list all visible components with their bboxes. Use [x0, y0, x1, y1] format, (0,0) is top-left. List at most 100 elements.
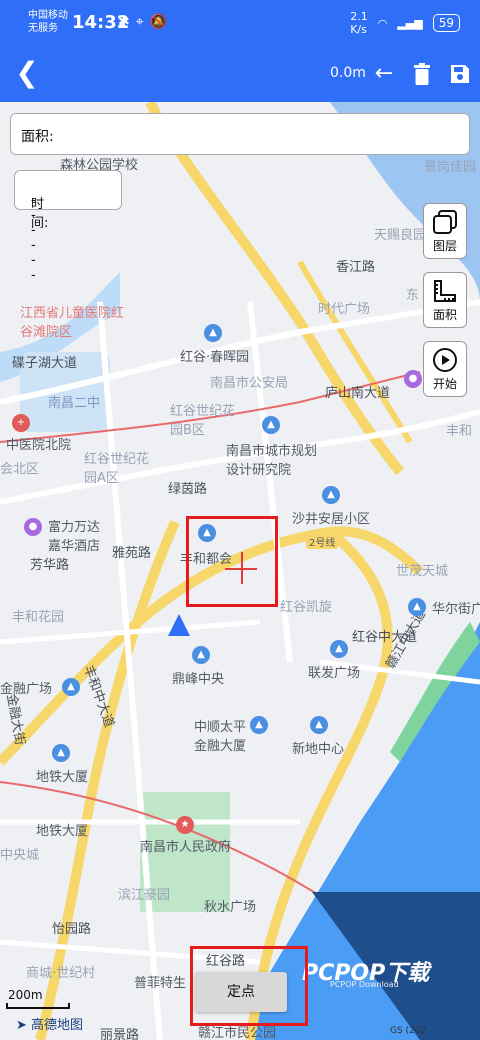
location-arrow-icon [168, 614, 190, 636]
map-label: 沙井安居小区 [292, 512, 371, 527]
layers-icon [433, 210, 457, 234]
poi-marker-icon[interactable]: ▲ [250, 716, 268, 734]
map-label: 庐山南大道 [325, 386, 391, 401]
crosshair-highlight [186, 516, 278, 607]
map-label: 红谷世纪花园A区 [84, 452, 150, 486]
map-label: 普菲特生 [134, 976, 187, 991]
map-label: 南昌市城市规划设计研究院 [226, 444, 318, 478]
mute-icon: 🔕 [149, 14, 174, 30]
time-value: -- -- -- [31, 193, 36, 283]
map-label: 金融广场 [0, 682, 53, 697]
poi-marker-icon[interactable]: ▲ [192, 646, 210, 664]
layers-button[interactable]: 图层 [423, 203, 467, 259]
map-logo: ➤ 高德地图 [16, 1018, 84, 1033]
watermark-subtitle: PCPOP Download [330, 980, 399, 989]
save-icon [451, 65, 469, 83]
wifi-icon: ◠ [377, 16, 388, 30]
map-label: 东 [406, 288, 420, 303]
map-label: 秋水广场 [204, 900, 257, 915]
undo-button[interactable]: ← [370, 60, 398, 88]
poi-marker-icon[interactable]: ● [24, 518, 42, 536]
map-label: 丽景路 [100, 1028, 140, 1040]
set-point-button[interactable]: 定点 [195, 972, 287, 1012]
poi-marker-icon[interactable]: ▲ [52, 744, 70, 762]
crosshair-icon-vertical [241, 552, 243, 584]
start-button[interactable]: 开始 [423, 341, 467, 397]
map-label: 雅苑路 [112, 546, 152, 561]
map-label: 华尔街广场 [432, 602, 480, 617]
poi-marker-icon[interactable]: ★ [176, 816, 194, 834]
area-mode-button[interactable]: 面积 [423, 272, 467, 328]
play-icon [433, 348, 457, 372]
area-mode-label: 面积 [432, 308, 457, 322]
poi-marker-icon[interactable]: ▲ [262, 416, 280, 434]
net-speed: 2.1 K/s [350, 10, 368, 36]
back-button[interactable]: ❮ [12, 58, 42, 88]
start-label: 开始 [432, 377, 457, 391]
poi-marker-icon[interactable]: ● [404, 370, 422, 388]
map-label: 新地中心 [292, 742, 345, 757]
map-label: 红谷世纪花园B区 [170, 404, 236, 438]
status-bar: 中国移动 无服务 14:32 ✱⌖🔕 2.1 K/s ◠ ▂▄▆ 59 [0, 0, 480, 48]
map-label: 江西省儿童医院红谷滩院区 [20, 306, 125, 340]
poi-marker-icon[interactable]: + [12, 414, 30, 432]
poi-marker-icon[interactable]: ▲ [62, 678, 80, 696]
map-label: 香江路 [336, 260, 376, 275]
save-button[interactable] [446, 60, 474, 88]
map-label: 地铁大厦 [36, 770, 89, 785]
poi-marker-icon[interactable]: ▲ [322, 486, 340, 504]
map-label: 碟子湖大道 [12, 356, 78, 371]
map-label: 2号线 [306, 534, 339, 549]
map-label: 景岗佳园 [424, 160, 477, 175]
carrier-status: 无服务 [28, 23, 58, 34]
map-label: 天赐良园 [374, 228, 427, 243]
area-display: 面积: [10, 113, 470, 155]
carrier-info: 中国移动 无服务 [28, 9, 68, 35]
map-label: 绿茵路 [168, 482, 208, 497]
navigation-icon: ➤ [16, 1018, 27, 1033]
poi-marker-icon[interactable]: ▲ [204, 324, 222, 342]
scale-label: 200m [8, 988, 43, 1002]
delete-button[interactable] [408, 60, 436, 88]
poi-marker-icon[interactable]: ▲ [408, 598, 426, 616]
map-label: 联发广场 [308, 666, 361, 681]
map-label: 商城·世纪村 [26, 966, 96, 981]
distance-readout: 0.0m [330, 65, 366, 81]
carrier-name: 中国移动 [28, 10, 68, 21]
map-label: 会北区 [0, 462, 40, 477]
map-label: 富力万达嘉华酒店 [48, 520, 101, 554]
signal-icon: ▂▄▆ [397, 16, 423, 30]
map-label: 红谷·春晖园 [180, 350, 250, 365]
status-icons: ✱⌖🔕 [118, 14, 173, 30]
map-label: 南昌市公安局 [210, 376, 289, 391]
map-label: 中顺太平金融大厦 [194, 720, 247, 754]
map-label: 丰和 [446, 424, 473, 439]
area-label: 面积: [21, 129, 54, 145]
map-label: 怡园路 [52, 922, 92, 937]
status-right: 2.1 K/s ◠ ▂▄▆ 59 [350, 10, 460, 36]
ruler-icon [434, 280, 456, 302]
map-label: 芳华路 [30, 558, 70, 573]
map-label: 丰和花园 [12, 610, 65, 625]
map-label: 鼎峰中央 [172, 672, 225, 687]
battery-indicator: 59 [432, 14, 460, 32]
bluetooth-icon: ✱ [118, 14, 136, 30]
layers-label: 图层 [432, 239, 457, 253]
map-label: 时代广场 [318, 302, 371, 317]
map-label: 南昌二中 [48, 396, 101, 411]
poi-marker-icon[interactable]: ▲ [330, 640, 348, 658]
trash-icon [414, 63, 430, 85]
chevron-left-icon: ❮ [15, 56, 39, 89]
copyright-text: GS (202 [390, 1026, 427, 1036]
map-label: 中央城 [0, 848, 40, 863]
location-icon: ⌖ [135, 14, 150, 30]
arrow-left-icon: ← [374, 61, 394, 86]
map-label: 中医院北院 [6, 438, 72, 453]
scale-bar [6, 1003, 70, 1009]
map-label: 地铁大厦 [36, 824, 89, 839]
time-display: 时间: -- -- -- [14, 170, 122, 283]
map-label: 红谷凯旋 [280, 600, 333, 615]
poi-marker-icon[interactable]: ▲ [310, 716, 328, 734]
map-label: 南昌市人民政府 [140, 840, 232, 855]
toolbar: ❮ 0.0m ← [0, 48, 480, 102]
